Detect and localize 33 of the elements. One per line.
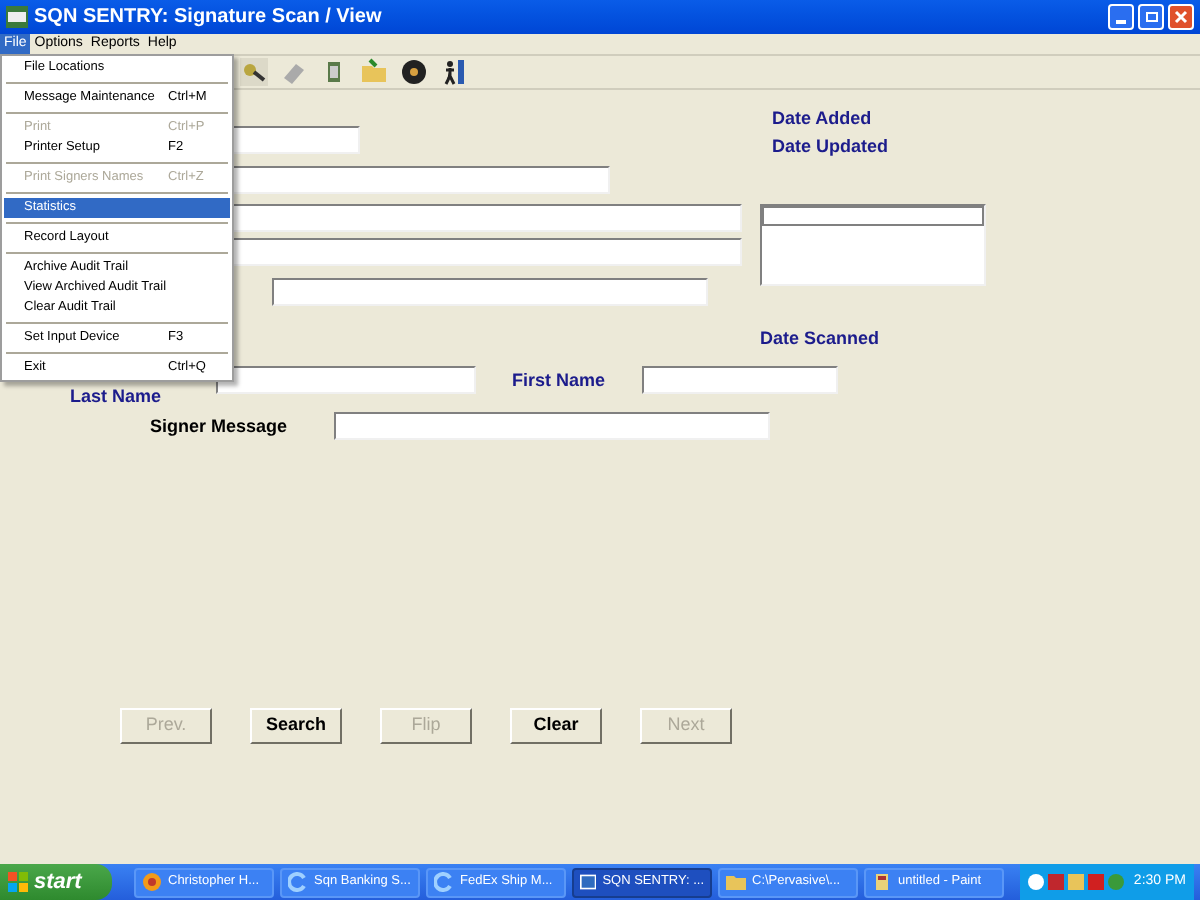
key-icon[interactable] — [240, 58, 268, 86]
start-button[interactable]: start — [0, 864, 112, 900]
app-icon — [6, 6, 28, 28]
form-button[interactable]: Clear — [510, 708, 602, 744]
first-name-field[interactable] — [642, 366, 838, 394]
text-field[interactable] — [230, 238, 742, 266]
date-updated-label: Date Updated — [772, 134, 889, 160]
date-scanned-label: Date Scanned — [760, 326, 880, 352]
folder-open-icon[interactable] — [360, 58, 388, 86]
signer-message-label: Signer Message — [150, 414, 288, 440]
form-button[interactable]: Search — [250, 708, 342, 744]
window-title: SQN SENTRY: Signature Scan / View — [34, 4, 382, 32]
folder-icon — [726, 872, 746, 892]
browser-icon — [434, 872, 454, 892]
paint-icon — [872, 872, 892, 892]
text-field[interactable] — [230, 126, 360, 154]
last-name-field[interactable] — [216, 366, 476, 394]
windows-logo-icon — [8, 872, 28, 892]
flower-icon — [142, 872, 162, 892]
browser-icon — [288, 872, 308, 892]
first-name-label: First Name — [512, 368, 606, 394]
text-field[interactable] — [230, 204, 742, 232]
restore-button[interactable] — [1138, 4, 1164, 30]
text-field[interactable] — [230, 166, 610, 194]
minimize-button[interactable] — [1108, 4, 1134, 30]
signer-message-field[interactable] — [334, 412, 770, 440]
list-box[interactable] — [760, 204, 986, 286]
close-icon — [1174, 10, 1188, 24]
text-field[interactable] — [272, 278, 708, 306]
date-added-label: Date Added — [772, 106, 872, 132]
close-button[interactable] — [1168, 4, 1194, 30]
app-icon — [580, 872, 597, 892]
last-name-label: Last Name — [70, 384, 162, 410]
